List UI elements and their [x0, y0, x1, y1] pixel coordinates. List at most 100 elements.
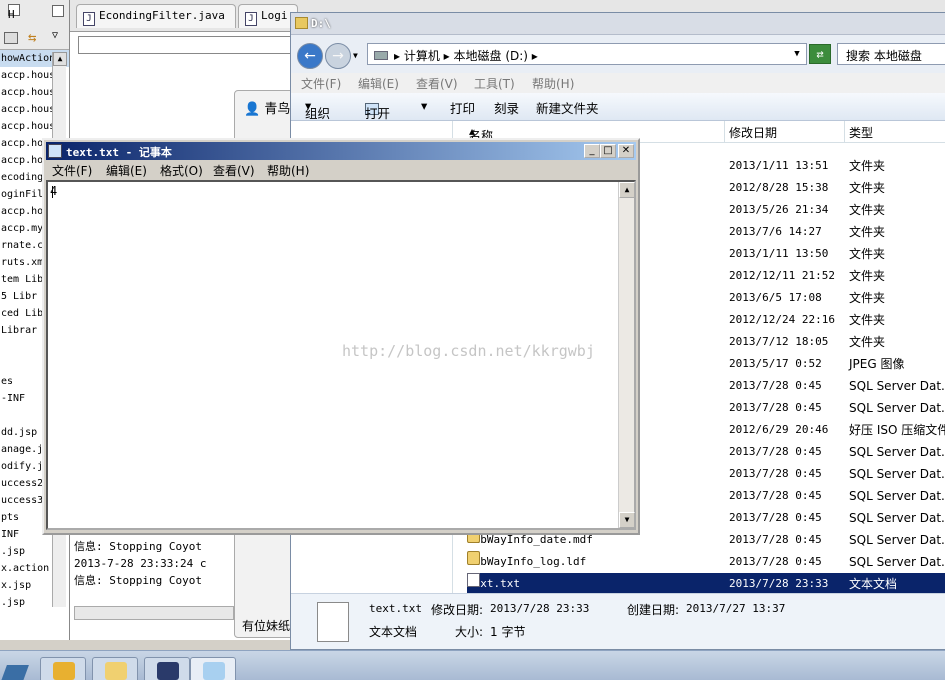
file-type: 文件夹: [849, 225, 886, 239]
tab-label: Logi: [261, 9, 288, 22]
maximize-icon[interactable]: [52, 5, 64, 17]
file-type: 文件夹: [849, 203, 886, 217]
file-date: 2013/7/28 0:45: [729, 511, 822, 524]
menu-format[interactable]: 格式(O): [160, 162, 203, 179]
open-label: 打开: [365, 106, 391, 121]
file-date: 2013/7/28 0:45: [729, 401, 822, 414]
file-date: 2013/7/28 0:45: [729, 489, 822, 502]
folder-icon: [105, 662, 127, 680]
file-type: SQL Server Dat...: [849, 489, 945, 503]
address-dropdown-icon[interactable]: ▼: [787, 43, 807, 65]
column-date[interactable]: 修改日期: [729, 124, 777, 141]
tab-label: EcondingFilter.java: [99, 9, 225, 22]
notepad-icon: [203, 662, 225, 680]
file-type: 文件夹: [849, 291, 886, 305]
back-button[interactable]: ←: [297, 43, 323, 69]
editor-search-field[interactable]: [78, 36, 293, 54]
text-caret: [52, 186, 53, 198]
details-modified: 2013/7/28 23:33: [490, 602, 590, 615]
taskbar: [0, 650, 945, 680]
maximize-button[interactable]: □: [600, 144, 616, 158]
tab-fragment[interactable]: H: [8, 8, 15, 21]
text-file-icon: [317, 602, 349, 642]
menu-edit[interactable]: 编辑(E): [358, 75, 399, 92]
scroll-down-arrow[interactable]: ▼: [619, 512, 635, 528]
file-type: 文件夹: [849, 159, 886, 173]
menu-file[interactable]: 文件(F): [52, 162, 92, 179]
minimize-button[interactable]: _: [584, 144, 600, 158]
print-button[interactable]: 打印: [450, 98, 475, 117]
menu-view[interactable]: 查看(V): [213, 162, 255, 179]
file-row[interactable]: SubWayInfo_log.ldf 2013/7/28 0:45 SQL Serv…: [467, 551, 945, 573]
file-type: SQL Server Dat...: [849, 379, 945, 393]
column-name[interactable]: 名称 ▴: [469, 124, 493, 143]
app-icon: [157, 662, 179, 680]
organize-button[interactable]: 组织 ▾: [305, 98, 330, 121]
file-date: 2013/5/26 21:34: [729, 203, 829, 216]
menu-file[interactable]: 文件(F): [301, 75, 341, 92]
taskbar-app-eclipse[interactable]: [144, 657, 190, 680]
taskbar-app-notepad[interactable]: [190, 657, 236, 680]
file-date: 2013/7/28 0:45: [729, 379, 822, 392]
explorer-toolbar: H ⇆ ▽: [0, 0, 69, 50]
scroll-up-arrow[interactable]: ▲: [619, 182, 635, 198]
open-dropdown-icon[interactable]: ▾: [421, 98, 427, 113]
link-editor-icon[interactable]: ⇆: [28, 30, 36, 46]
new-folder-button[interactable]: 新建文件夹: [536, 98, 599, 117]
app-icon: [53, 662, 75, 680]
file-type: JPEG 图像: [849, 357, 905, 371]
menu-edit[interactable]: 编辑(E): [106, 162, 147, 179]
text-file-icon: [467, 573, 480, 587]
scroll-up-arrow[interactable]: ▲: [53, 52, 67, 66]
menu-help[interactable]: 帮助(H): [267, 162, 309, 179]
column-type[interactable]: 类型: [849, 124, 873, 141]
file-type: SQL Server Dat...: [849, 511, 945, 525]
explorer-titlebar[interactable]: D:\: [291, 13, 945, 35]
java-file-icon: J: [245, 12, 257, 26]
taskbar-app-explorer[interactable]: [92, 657, 138, 680]
explorer-title: D:\: [311, 17, 331, 30]
database-file-icon: [467, 551, 480, 565]
file-type: 好压 ISO 压缩文件: [849, 423, 945, 437]
notepad-titlebar[interactable]: text.txt - 记事本 _ □ ✕: [46, 142, 636, 160]
notepad-scrollbar[interactable]: ▲ ▼: [618, 182, 635, 528]
view-menu-icon[interactable]: ▽: [52, 30, 58, 41]
address-toolbar: ← → ▼ ▸ 计算机 ▸ 本地磁盘 (D:) ▸ ▼ ⇄ 搜索 本地磁盘: [291, 35, 945, 73]
file-name: text.txt: [467, 573, 520, 595]
collapse-all-icon[interactable]: [4, 32, 18, 44]
breadcrumb-local-disk[interactable]: 本地磁盘 (D:): [454, 49, 528, 63]
file-type: 文本文档: [849, 577, 898, 591]
details-modified-label: 修改日期:: [431, 603, 484, 617]
file-date: 2012/8/28 15:38: [729, 181, 829, 194]
file-type: SQL Server Dat...: [849, 555, 945, 569]
details-created-label: 创建日期:: [627, 603, 680, 617]
column-divider[interactable]: [724, 121, 725, 143]
burn-button[interactable]: 刻录: [494, 98, 519, 117]
history-dropdown-icon[interactable]: ▼: [353, 51, 358, 60]
console-scrollbar[interactable]: [74, 606, 234, 620]
console-output: 信息: Stopping Coyot 2013-7-28 23:33:24 c …: [74, 538, 239, 589]
file-date: 2013/1/11 13:51: [729, 159, 829, 172]
tab-login[interactable]: J Logi: [238, 4, 298, 28]
quick-launch-icon[interactable]: [0, 661, 29, 680]
file-type: SQL Server Dat...: [849, 445, 945, 459]
refresh-button[interactable]: ⇄: [809, 44, 831, 64]
menu-view[interactable]: 查看(V): [416, 75, 458, 92]
file-name-text: SubWayInfo_log.ldf: [467, 555, 587, 568]
taskbar-app-qq[interactable]: [40, 657, 86, 680]
file-name: SubWayInfo_log.ldf: [467, 551, 586, 573]
address-bar[interactable]: ▸ 计算机 ▸ 本地磁盘 (D:) ▸: [367, 43, 807, 65]
file-row[interactable]: text.txt 2013/7/28 23:33 文本文档: [467, 573, 945, 595]
watermark: http://blog.csdn.net/kkrgwbj: [342, 342, 595, 360]
search-input[interactable]: 搜索 本地磁盘: [837, 43, 945, 65]
file-date: 2012/12/24 22:16: [729, 313, 835, 326]
tab-econdingfilter[interactable]: J EcondingFilter.java: [76, 4, 236, 28]
notepad-title: text.txt - 记事本: [66, 146, 172, 159]
column-divider[interactable]: [844, 121, 845, 143]
forward-button[interactable]: →: [325, 43, 351, 69]
details-size-label: 大小:: [455, 625, 484, 639]
close-button[interactable]: ✕: [618, 144, 634, 158]
menu-tools[interactable]: 工具(T): [474, 75, 515, 92]
menu-help[interactable]: 帮助(H): [532, 75, 574, 92]
breadcrumb-computer[interactable]: 计算机: [404, 49, 440, 63]
